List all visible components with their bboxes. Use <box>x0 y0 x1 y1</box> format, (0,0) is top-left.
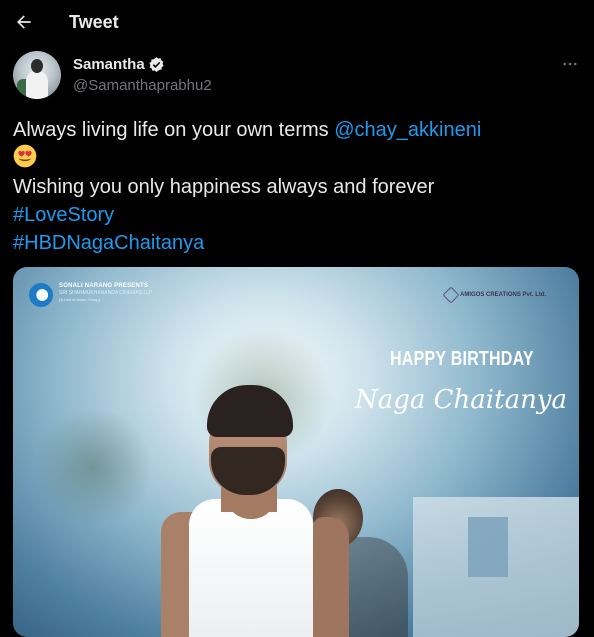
presenter-brand: SONALI NARANG PRESENTS SRI SHANMUKHANAND… <box>29 283 152 307</box>
mention-link[interactable]: @chay_akkineni <box>334 119 481 141</box>
hashtag-link[interactable]: #LoveStory <box>13 204 114 226</box>
production-brand: AMIGOS CREATIONS Pvt. Ltd. <box>442 286 547 304</box>
tweet-text: Always living life on your own terms @ch… <box>13 116 583 257</box>
verified-badge-icon <box>148 56 165 73</box>
poster-name: Naga Chaitanya <box>355 385 567 415</box>
hashtag-link[interactable]: #HBDNagaChaitanya <box>13 232 204 254</box>
production-name: AMIGOS CREATIONS Pvt. Ltd. <box>460 292 547 298</box>
poster-headline: HAPPY BIRTHDAY <box>390 348 534 370</box>
author-handle[interactable]: @Samanthaprabhu2 <box>73 77 212 94</box>
arrow-left-icon <box>14 12 34 32</box>
back-button[interactable] <box>12 10 36 34</box>
top-bar: Tweet <box>0 0 594 46</box>
tweet-image[interactable]: SONALI NARANG PRESENTS SRI SHANMUKHANAND… <box>13 267 579 637</box>
amigos-logo-icon <box>442 286 460 304</box>
tweet-line-2: Wishing you only happiness always and fo… <box>13 176 435 198</box>
more-horizontal-icon <box>561 55 579 73</box>
author-name-row: Samantha <box>73 56 165 73</box>
heart-eyes-emoji-icon <box>13 144 37 168</box>
studio-logo-icon <box>29 283 53 307</box>
presenter-note: (A Unit of Asian Group) <box>59 297 100 302</box>
avatar[interactable] <box>13 51 61 99</box>
presenter-line: SONALI NARANG PRESENTS <box>59 283 149 289</box>
more-options-button[interactable] <box>558 52 582 76</box>
presenter-sub: SRI SHANMUKHANANDA CINEMAS LLP <box>59 290 153 296</box>
page-title: Tweet <box>69 12 119 32</box>
tweet-line-1: Always living life on your own terms <box>13 119 335 141</box>
author-name[interactable]: Samantha <box>73 56 145 73</box>
